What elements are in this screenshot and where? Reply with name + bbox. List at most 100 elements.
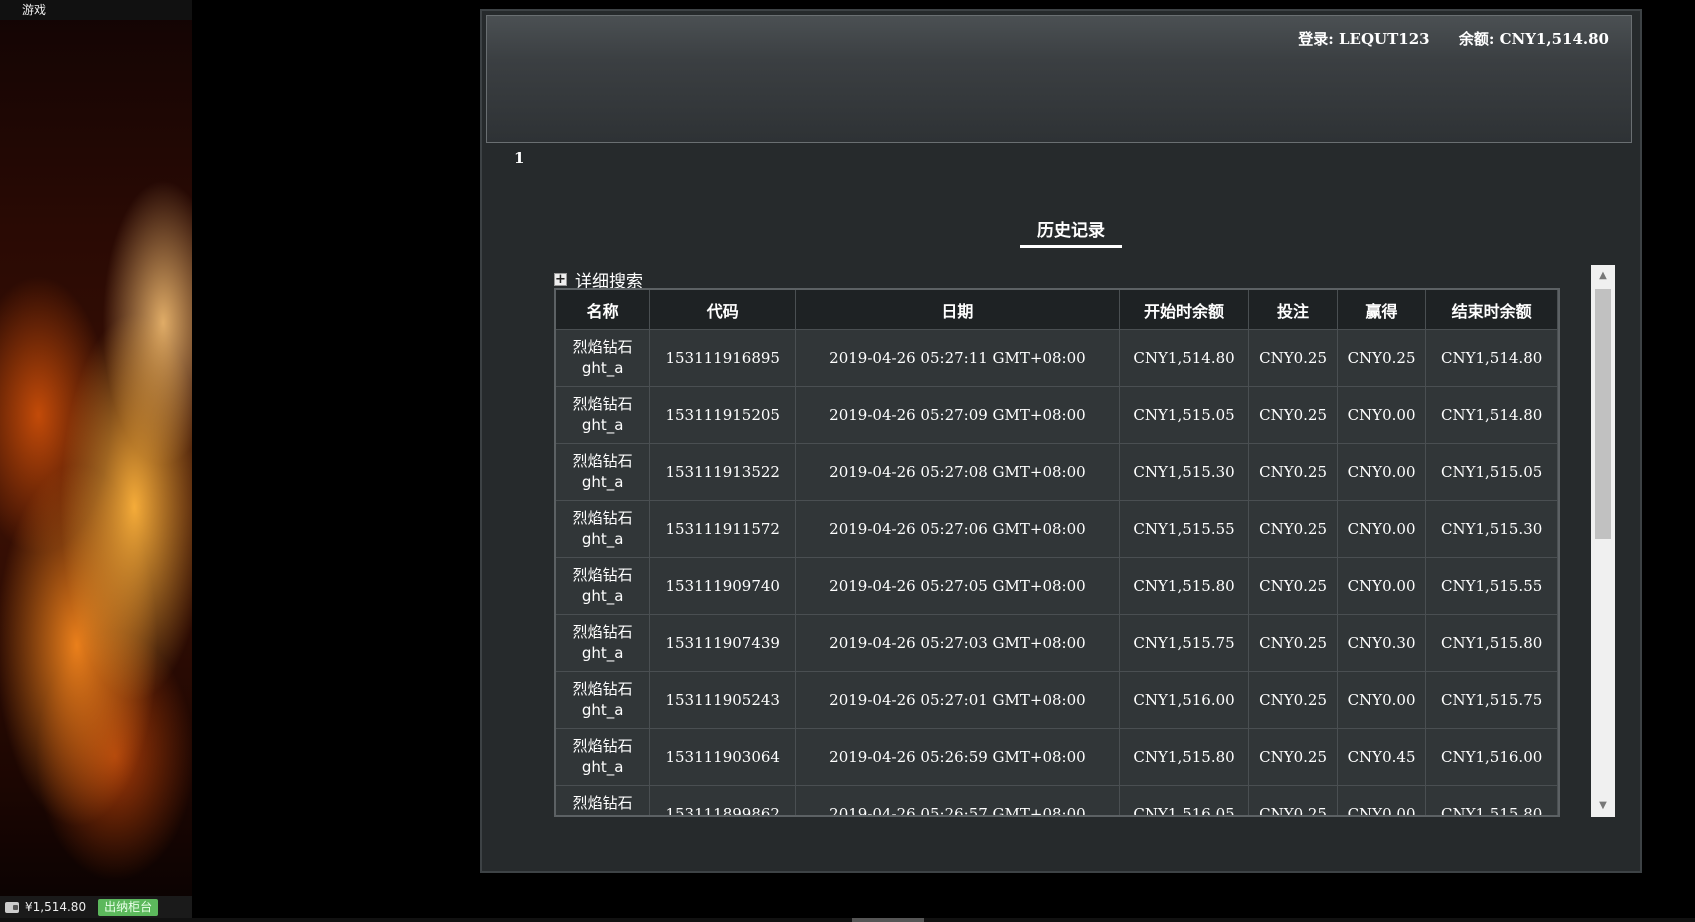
cell-game-name: 烈焰钻石 ght_a (556, 614, 651, 672)
cashier-button[interactable]: 出纳柜台 (98, 898, 159, 916)
cell-bet: CNY0.25 (1248, 614, 1338, 672)
table-row[interactable]: 烈焰钻石 ght_a 153111905243 2019-04-26 05:27:0… (556, 671, 1558, 729)
panel-header: 登录: LEQUT123 余额: CNY1,514.80 (486, 15, 1632, 143)
expand-plus-icon[interactable]: + (554, 273, 567, 286)
bottom-strip-handle[interactable] (852, 918, 924, 922)
cell-game-name: 烈焰钻石 ght_a (556, 443, 651, 501)
cell-date: 2019-04-26 05:27:09 GMT+08:00 (795, 386, 1120, 444)
table-row[interactable]: 烈焰钻石 ght_a 153111903064 2019-04-26 05:26:5… (556, 728, 1558, 786)
wallet-icon (5, 901, 19, 913)
history-table: 名称 代码 日期 开始时余额 投注 赢得 结束时余额 烈焰钻石 ght_a 153… (556, 290, 1558, 815)
scroll-thumb[interactable] (1595, 289, 1611, 539)
cell-code: 153111916895 (649, 329, 797, 387)
cell-game-name: 烈焰钻石 ght_a (556, 728, 651, 786)
cell-win: CNY0.45 (1337, 728, 1427, 786)
cell-bet: CNY0.25 (1248, 386, 1338, 444)
bottom-strip (0, 918, 1695, 922)
page-number: 1 (514, 149, 525, 167)
cell-start-balance: CNY1,515.80 (1119, 728, 1250, 786)
table-row[interactable]: 烈焰钻石 ght_a 153111907439 2019-04-26 05:27:0… (556, 614, 1558, 672)
cell-game-name: 烈焰钻石 ght_a (556, 785, 651, 815)
cell-start-balance: CNY1,515.75 (1119, 614, 1250, 672)
cell-win: CNY0.00 (1337, 557, 1427, 615)
cell-end-balance: CNY1,516.00 (1425, 728, 1558, 786)
sidebar-balance-bar: ¥1,514.80 出纳柜台 (0, 896, 192, 918)
cell-date: 2019-04-26 05:27:03 GMT+08:00 (795, 614, 1120, 672)
game-sidebar: 游戏 ¥1,514.80 出纳柜台 (0, 0, 192, 922)
cell-start-balance: CNY1,515.55 (1119, 500, 1250, 558)
scroll-down-arrow-icon[interactable]: ▼ (1591, 795, 1615, 817)
cell-bet: CNY0.25 (1248, 329, 1338, 387)
cell-start-balance: CNY1,515.80 (1119, 557, 1250, 615)
cell-code: 153111903064 (649, 728, 797, 786)
table-row[interactable]: 烈焰钻石 ght_a 153111913522 2019-04-26 05:27:0… (556, 443, 1558, 501)
cell-end-balance: CNY1,515.80 (1425, 785, 1558, 815)
login-label: 登录: LEQUT123 (1298, 30, 1430, 48)
cell-code: 153111905243 (649, 671, 797, 729)
cell-start-balance: CNY1,515.05 (1119, 386, 1250, 444)
cell-win: CNY0.00 (1337, 500, 1427, 558)
table-row[interactable]: 烈焰钻石 ght_a 153111909740 2019-04-26 05:27:0… (556, 557, 1558, 615)
tab-history[interactable]: 历史记录 (1020, 216, 1122, 248)
cell-game-name: 烈焰钻石 ght_a (556, 557, 651, 615)
cell-win: CNY0.30 (1337, 614, 1427, 672)
table-row[interactable]: 烈焰钻石 ght_a1531118998622019-04-26 05:26:5… (556, 785, 1558, 815)
sidebar-title[interactable]: 游戏 (22, 3, 46, 17)
table-row[interactable]: 烈焰钻石 ght_a 153111916895 2019-04-26 05:27:1… (556, 329, 1558, 387)
cell-win: CNY0.00 (1337, 671, 1427, 729)
cell-code: 153111909740 (649, 557, 797, 615)
cell-start-balance: CNY1,515.30 (1119, 443, 1250, 501)
cell-game-name: 烈焰钻石 ght_a (556, 386, 651, 444)
cell-date: 2019-04-26 05:26:57 GMT+08:00 (795, 785, 1120, 815)
cell-code: 153111899862 (649, 785, 797, 815)
cell-date: 2019-04-26 05:27:08 GMT+08:00 (795, 443, 1120, 501)
table-row[interactable]: 烈焰钻石 ght_a 153111911572 2019-04-26 05:27:0… (556, 500, 1558, 558)
scroll-up-arrow-icon[interactable]: ▲ (1591, 265, 1615, 287)
cell-code: 153111911572 (649, 500, 797, 558)
cell-date: 2019-04-26 05:27:01 GMT+08:00 (795, 671, 1120, 729)
history-table-container: 名称 代码 日期 开始时余额 投注 赢得 结束时余额 烈焰钻石 ght_a 153… (554, 288, 1560, 817)
cell-end-balance: CNY1,515.05 (1425, 443, 1558, 501)
cell-code: 153111915205 (649, 386, 797, 444)
cell-bet: CNY0.25 (1248, 785, 1338, 815)
cell-end-balance: CNY1,515.80 (1425, 614, 1558, 672)
cell-bet: CNY0.25 (1248, 443, 1338, 501)
cell-bet: CNY0.25 (1248, 500, 1338, 558)
column-header-name[interactable]: 名称 (556, 290, 651, 330)
cell-date: 2019-04-26 05:27:11 GMT+08:00 (795, 329, 1120, 387)
cell-start-balance: CNY1,516.00 (1119, 671, 1250, 729)
cell-date: 2019-04-26 05:27:05 GMT+08:00 (795, 557, 1120, 615)
column-header-bet[interactable]: 投注 (1248, 290, 1338, 330)
cell-win: CNY0.00 (1337, 443, 1427, 501)
cell-date: 2019-04-26 05:26:59 GMT+08:00 (795, 728, 1120, 786)
history-panel: 登录: LEQUT123 余额: CNY1,514.80 1 历史记录 + 详细… (480, 9, 1642, 873)
sidebar-title-bar: 游戏 (0, 0, 192, 20)
cell-start-balance: CNY1,516.05 (1119, 785, 1250, 815)
cell-game-name: 烈焰钻石 ght_a (556, 671, 651, 729)
user-info: 登录: LEQUT123 余额: CNY1,514.80 (1274, 28, 1609, 49)
balance-label: 余额: CNY1,514.80 (1458, 30, 1609, 48)
table-row[interactable]: 烈焰钻石 ght_a 153111915205 2019-04-26 05:27:0… (556, 386, 1558, 444)
cell-bet: CNY0.25 (1248, 557, 1338, 615)
cell-end-balance: CNY1,515.55 (1425, 557, 1558, 615)
cell-win: CNY0.00 (1337, 785, 1427, 815)
cell-end-balance: CNY1,515.75 (1425, 671, 1558, 729)
column-header-end-balance[interactable]: 结束时余额 (1425, 290, 1558, 330)
cell-code: 153111913522 (649, 443, 797, 501)
cell-end-balance: CNY1,514.80 (1425, 386, 1558, 444)
table-header-row: 名称 代码 日期 开始时余额 投注 赢得 结束时余额 (556, 290, 1558, 330)
cell-game-name: 烈焰钻石 ght_a (556, 329, 651, 387)
cell-win: CNY0.25 (1337, 329, 1427, 387)
cell-end-balance: CNY1,514.80 (1425, 329, 1558, 387)
sidebar-balance: ¥1,514.80 (25, 900, 87, 914)
column-header-start-balance[interactable]: 开始时余额 (1119, 290, 1250, 330)
cell-win: CNY0.00 (1337, 386, 1427, 444)
cell-code: 153111907439 (649, 614, 797, 672)
column-header-win[interactable]: 赢得 (1337, 290, 1427, 330)
cell-start-balance: CNY1,514.80 (1119, 329, 1250, 387)
table-scrollbar[interactable]: ▲ ▼ (1591, 265, 1615, 817)
cell-end-balance: CNY1,515.30 (1425, 500, 1558, 558)
column-header-code[interactable]: 代码 (649, 290, 797, 330)
cell-bet: CNY0.25 (1248, 671, 1338, 729)
column-header-date[interactable]: 日期 (795, 290, 1120, 330)
